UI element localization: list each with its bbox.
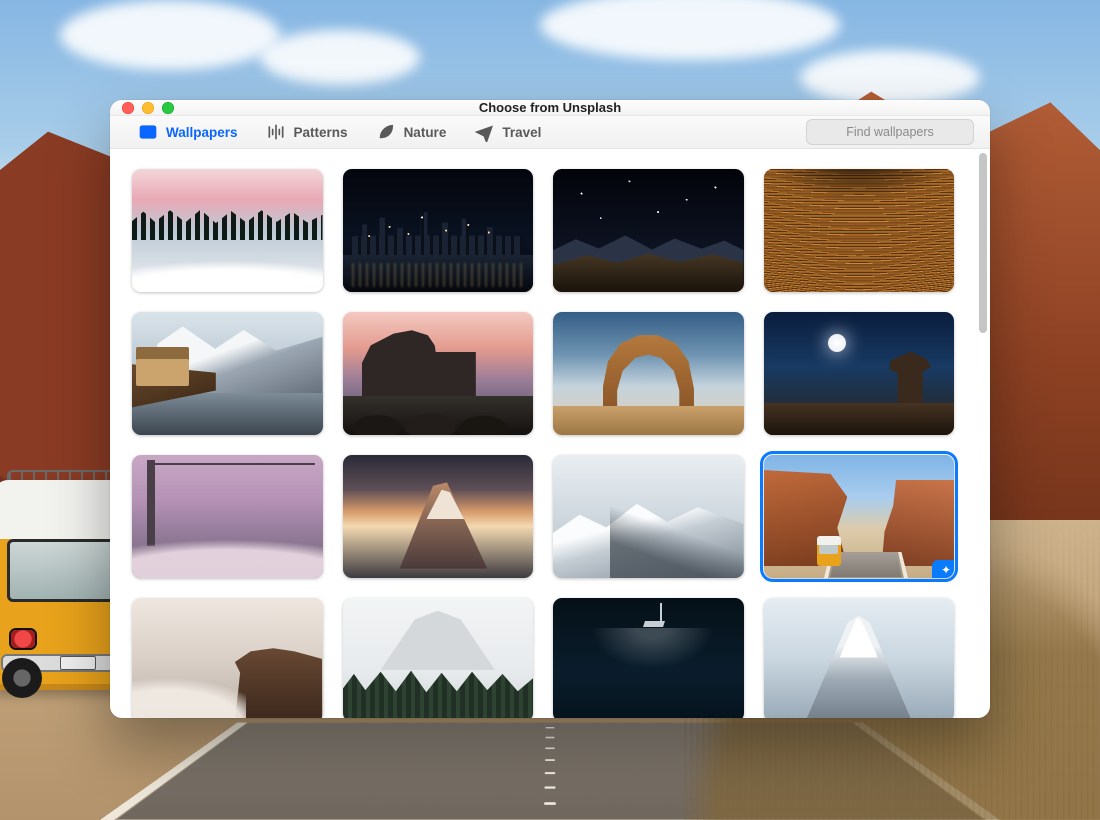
tab-label: Travel bbox=[502, 125, 541, 140]
thumb-moonlit-butte[interactable] bbox=[764, 312, 955, 435]
desktop-background: Choose from Unsplash Wallpapers Patterns… bbox=[0, 0, 1100, 820]
thumb-snow-capped-volcano[interactable] bbox=[764, 598, 955, 718]
tab-label: Nature bbox=[404, 125, 447, 140]
thumb-sandstone-wave[interactable] bbox=[764, 169, 955, 292]
thumb-mountain-peak-sunset[interactable] bbox=[343, 455, 534, 578]
thumbnail-scroll-area[interactable]: ✦ bbox=[110, 149, 976, 718]
thumb-fog-over-pine-forest[interactable] bbox=[132, 169, 323, 292]
search-placeholder: Find wallpapers bbox=[846, 125, 934, 139]
zoom-button[interactable] bbox=[162, 102, 174, 114]
thumb-sailboat-dark-sea[interactable] bbox=[553, 598, 744, 718]
wallpaper-icon bbox=[138, 122, 158, 142]
thumb-city-skyline-night[interactable] bbox=[343, 169, 534, 292]
titlebar[interactable]: Choose from Unsplash bbox=[110, 100, 990, 116]
tab-travel[interactable]: Travel bbox=[462, 116, 553, 148]
tab-nature[interactable]: Nature bbox=[364, 116, 459, 148]
window-controls bbox=[122, 102, 174, 114]
thumb-desert-arch[interactable] bbox=[553, 312, 744, 435]
thumb-mesa-in-mist[interactable] bbox=[132, 598, 323, 718]
thumb-snowy-ridgeline[interactable] bbox=[553, 455, 744, 578]
window-title: Choose from Unsplash bbox=[479, 100, 621, 115]
minimize-button[interactable] bbox=[142, 102, 154, 114]
wallpaper-picker-window: Choose from Unsplash Wallpapers Patterns… bbox=[110, 100, 990, 718]
scrollbar-thumb[interactable] bbox=[979, 153, 987, 333]
thumb-sea-arch-sunset[interactable] bbox=[343, 312, 534, 435]
tab-label: Wallpapers bbox=[166, 125, 238, 140]
thumb-alpine-lake-boathouse[interactable] bbox=[132, 312, 323, 435]
tab-label: Patterns bbox=[294, 125, 348, 140]
thumbnail-grid: ✦ bbox=[132, 169, 954, 718]
close-button[interactable] bbox=[122, 102, 134, 114]
thumb-bridge-in-fog[interactable] bbox=[132, 455, 323, 578]
thumb-van-on-desert-road[interactable]: ✦ bbox=[764, 455, 955, 578]
vertical-scrollbar[interactable] bbox=[976, 149, 990, 718]
tab-patterns[interactable]: Patterns bbox=[254, 116, 360, 148]
tab-wallpapers[interactable]: Wallpapers bbox=[126, 116, 250, 148]
thumb-forest-below-mountain[interactable] bbox=[343, 598, 534, 718]
leaf-icon bbox=[376, 122, 396, 142]
thumb-starry-desert-mountains[interactable] bbox=[553, 169, 744, 292]
toolbar: Wallpapers Patterns Nature Travel bbox=[110, 116, 990, 149]
patterns-icon bbox=[266, 122, 286, 142]
selected-check-icon: ✦ bbox=[941, 563, 951, 577]
search-input[interactable]: Find wallpapers bbox=[806, 119, 974, 145]
plane-icon bbox=[474, 122, 494, 142]
